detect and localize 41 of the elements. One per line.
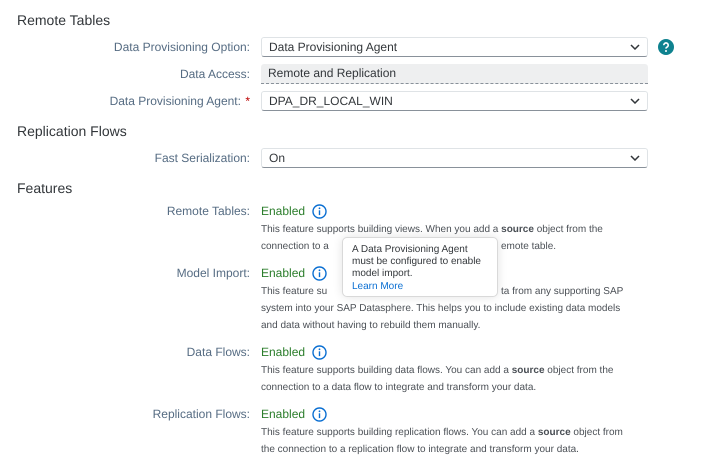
status-text: Enabled xyxy=(261,204,306,218)
status-text: Enabled xyxy=(261,266,306,280)
feature-label: Remote Tables: xyxy=(166,204,250,218)
status-text: Enabled xyxy=(261,345,306,359)
description-text: This feature supports building data flows. You can add a source object from the xyxy=(261,364,614,378)
description-text: ta from any supporting SAP xyxy=(501,285,624,299)
caret-icon xyxy=(630,154,640,160)
section-title: Replication Flows xyxy=(17,122,128,141)
section-title: Features xyxy=(17,179,74,198)
caret-icon xyxy=(630,98,640,104)
field-label: Data Provisioning Option: xyxy=(114,40,250,54)
description-text: This feature supports building replication flows. You can add a source object from xyxy=(261,426,623,440)
dropdown-field[interactable]: DPA_DR_LOCAL_WIN xyxy=(261,90,648,110)
description-text: connection to a xyxy=(261,240,329,254)
readonly-field: Remote and Replication xyxy=(261,64,648,84)
feature-label: Model Import: xyxy=(176,266,250,280)
description-text: the connection to a replication flow to integrate and transform your data. xyxy=(261,443,579,457)
section-title: Remote Tables xyxy=(17,11,112,30)
field-label: Fast Serialization: xyxy=(154,150,250,164)
info-icon[interactable] xyxy=(312,344,328,360)
help-icon[interactable] xyxy=(658,38,674,54)
info-icon[interactable] xyxy=(312,204,328,218)
status-text: Enabled xyxy=(261,407,306,421)
learn-more-link[interactable]: Learn More xyxy=(352,281,404,293)
description-text: This feature supports building views. When you add a source object from the xyxy=(261,223,603,237)
description-text: and data without having to rebuild them manually. xyxy=(261,319,480,333)
info-icon[interactable] xyxy=(312,406,328,422)
feature-label: Replication Flows: xyxy=(152,407,250,421)
description-text: system into your SAP Datasphere. This helps you to include existing data models xyxy=(261,302,620,316)
field-label: Data Access: xyxy=(180,66,250,80)
popover-text: A Data Provisioning Agent must be configured to enable model import. xyxy=(352,244,482,280)
feature-label: Data Flows: xyxy=(186,345,250,359)
dropdown-field[interactable]: Data Provisioning Agent xyxy=(261,36,648,56)
description-text: connection to a data flow to integrate and transform your data. xyxy=(261,381,536,395)
dropdown-field[interactable]: On xyxy=(261,148,648,168)
description-text: emote table. xyxy=(501,240,556,254)
field-label: Data Provisioning Agent: xyxy=(110,94,241,108)
info-icon[interactable] xyxy=(312,266,328,280)
description-text: This feature su xyxy=(261,285,328,299)
caret-icon xyxy=(630,44,640,50)
required-mark: * xyxy=(245,94,250,108)
